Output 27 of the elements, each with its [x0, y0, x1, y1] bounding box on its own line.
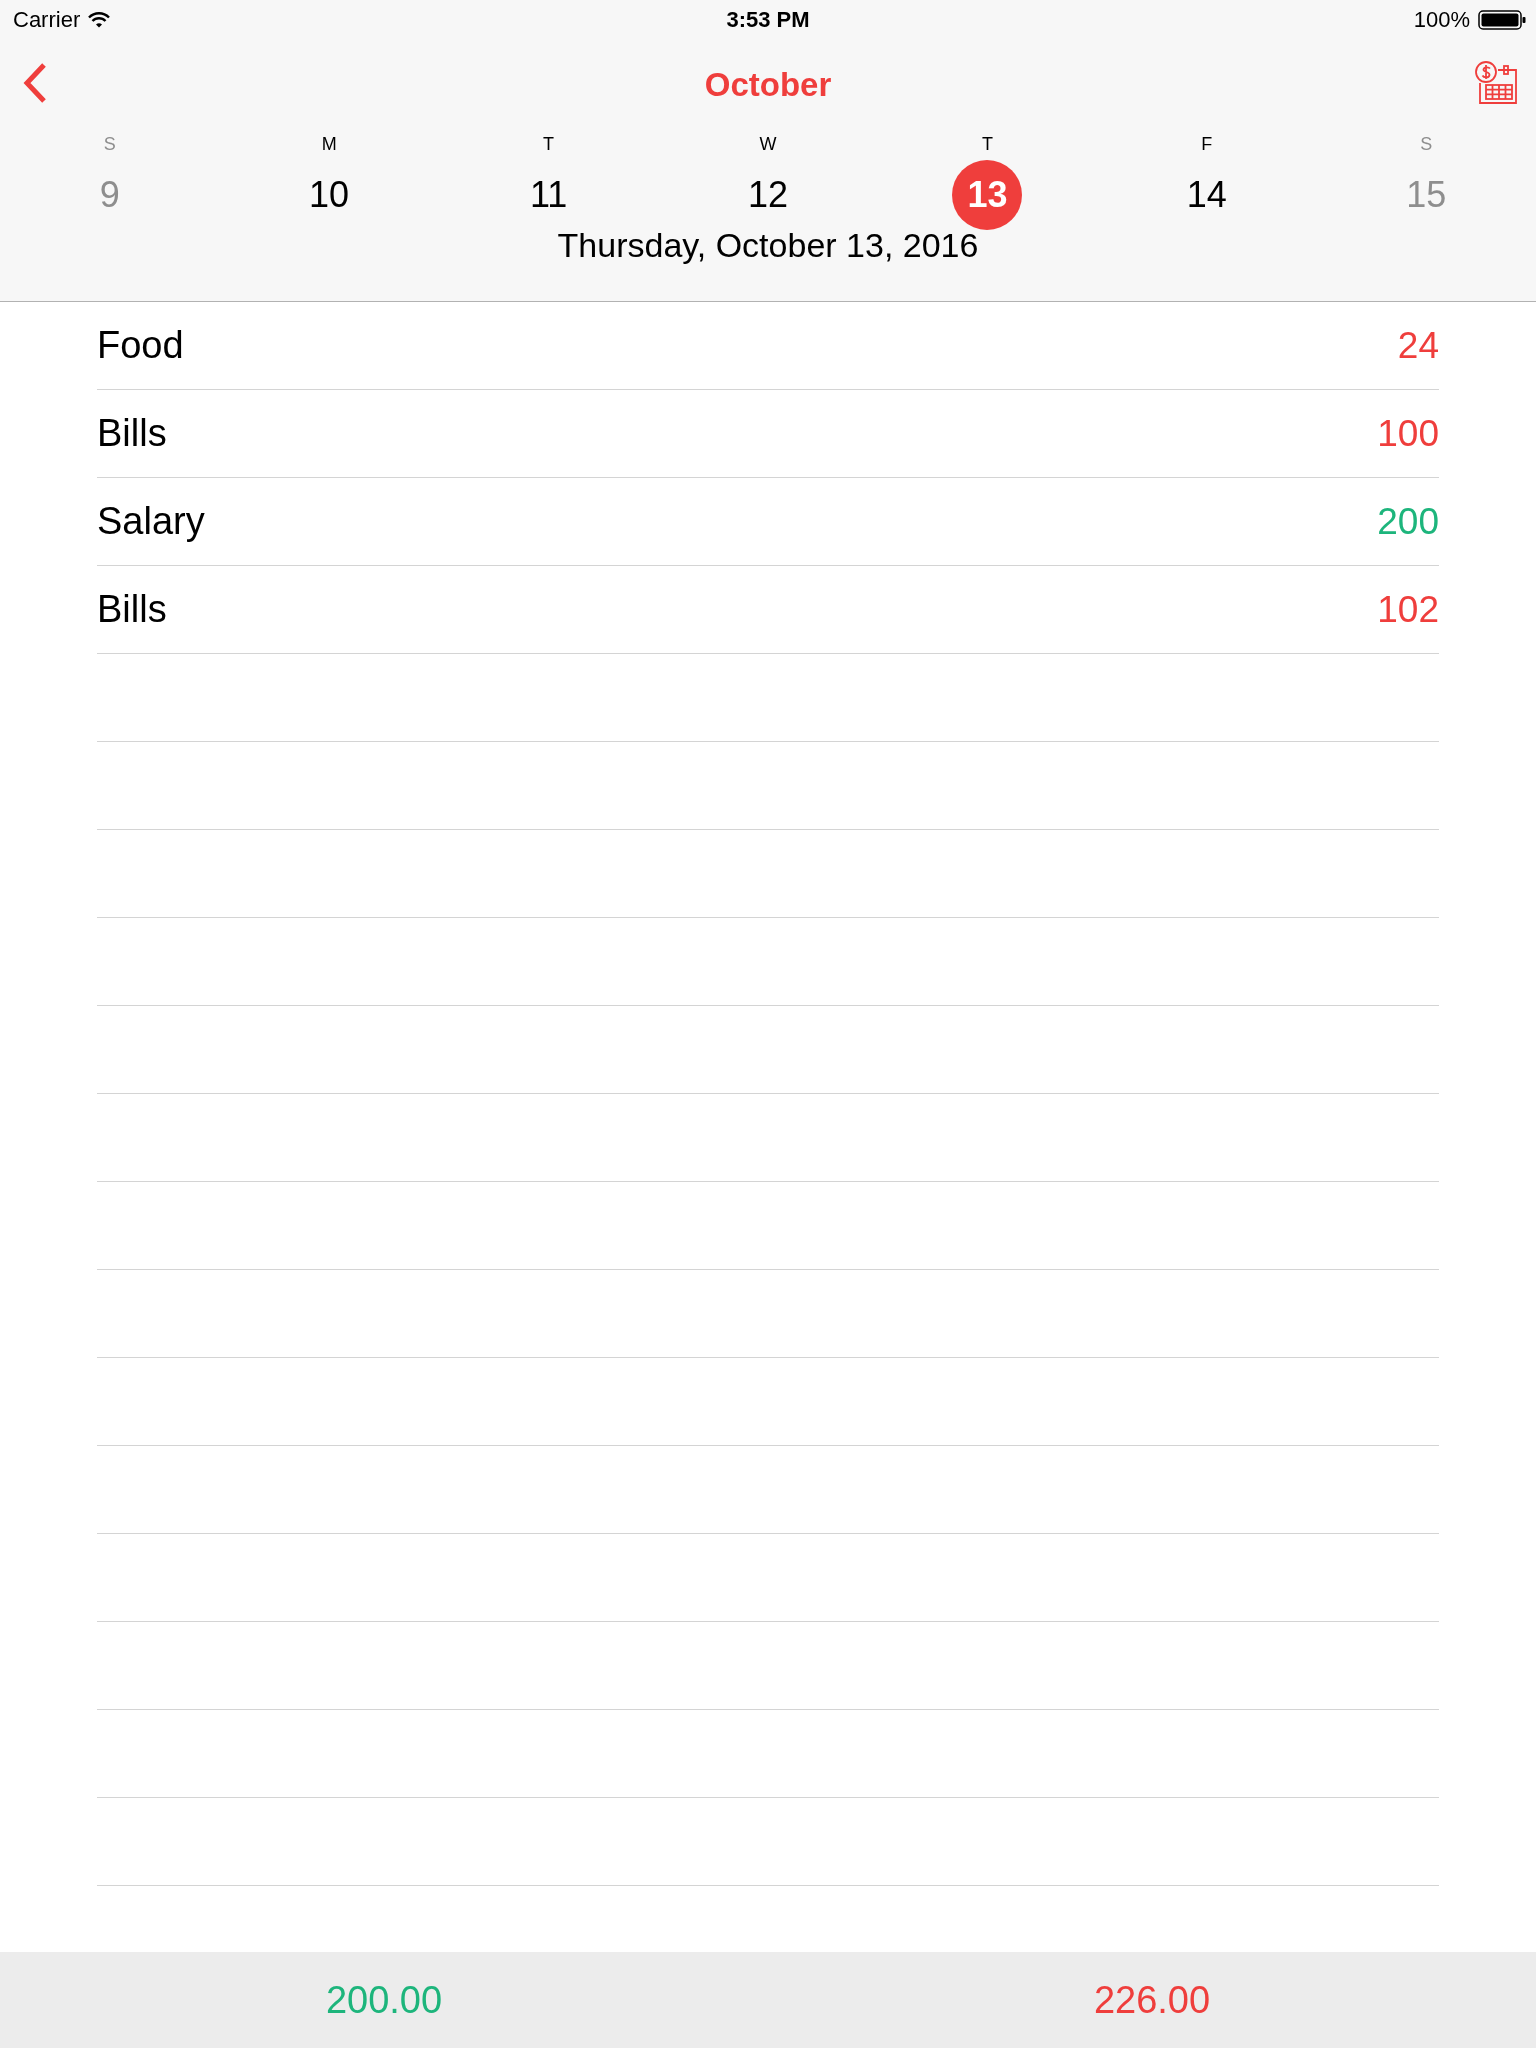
weekday-label: M — [321, 133, 337, 156]
entry-amount: 200 — [1377, 500, 1439, 543]
entry-name: Bills — [97, 588, 167, 631]
entry-amount: 24 — [1397, 324, 1439, 367]
weekday-label: F — [1201, 133, 1213, 156]
month-title: October — [704, 66, 832, 104]
day-button[interactable]: 10 — [294, 160, 365, 230]
wifi-icon — [88, 12, 111, 28]
weekday-label: T — [543, 133, 555, 156]
entry-name: Food — [97, 324, 184, 367]
battery-icon — [1478, 10, 1526, 30]
day-button[interactable]: 13 — [952, 160, 1023, 230]
total-income: 200.00 — [325, 1978, 443, 2022]
carrier-label: Carrier — [13, 7, 81, 33]
weekday-label: S — [103, 133, 116, 156]
total-expense: 226.00 — [1093, 1978, 1211, 2022]
clock-time: 3:53 PM — [726, 7, 810, 33]
entry-name: Bills — [97, 412, 167, 455]
entry-amount: 100 — [1377, 412, 1439, 455]
entry-name: Salary — [97, 500, 205, 543]
entry-amount: 102 — [1377, 588, 1439, 631]
weekday-label: S — [1420, 133, 1433, 156]
day-button[interactable]: 14 — [1171, 160, 1242, 230]
money-calendar-icon[interactable] — [1474, 61, 1518, 105]
battery-percent: 100% — [1413, 7, 1470, 33]
weekday-label: W — [759, 133, 777, 156]
weekday-label: T — [981, 133, 993, 156]
